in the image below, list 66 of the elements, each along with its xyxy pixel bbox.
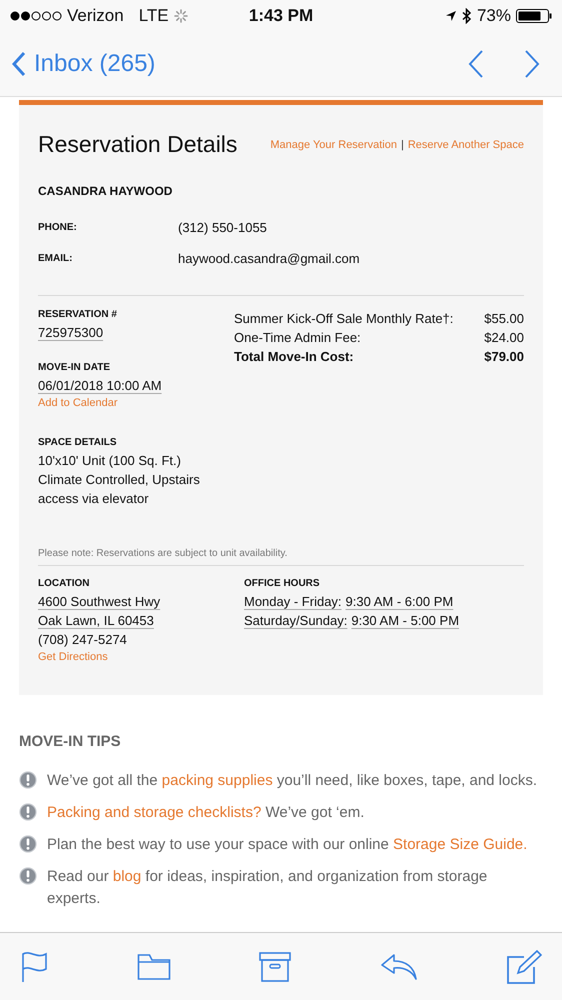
exclamation-icon [19,771,37,789]
field-label: SPACE DETAILS [38,437,118,448]
tip-text: Packing and storage checklists? We’ve got ‘em. [47,803,364,823]
tip-link[interactable]: Packing and storage checklists? [47,804,262,821]
contact-value: haywood.casandra@gmail.com [178,250,360,268]
next-message-icon[interactable] [524,50,540,78]
field-label: LOCATION [38,578,90,589]
tips-heading: MOVE-IN TIPS [19,733,122,750]
reservation-title: Reservation Details [38,131,238,158]
exclamation-icon [19,803,37,821]
folder-icon[interactable] [136,952,170,980]
link-separator: | [400,138,404,150]
field-label: MOVE-IN DATE [38,362,112,373]
contact-value: (312) 550-1055 [178,219,267,237]
cost-label: Total Move-In Cost: [234,348,354,366]
location-phone: (708) 247-5274 [38,631,128,649]
battery-percent: 73% [476,6,511,26]
customer-name: CASANDRA HAYWOOD [38,184,174,198]
activity-spinner-icon [174,9,188,23]
bluetooth-icon [462,8,472,24]
exclamation-icon [19,867,37,885]
space-detail-line: Climate Controlled, Upstairs [38,471,201,489]
get-directions-link[interactable]: Get Directions [38,651,244,663]
address-line: 4600 Southwest Hwy [38,593,162,611]
hours-days: Saturday/Sunday: [244,611,348,630]
tip-link[interactable]: blog [112,868,142,885]
location-arrow-icon [444,10,457,22]
reply-icon[interactable] [380,952,418,980]
signal-icon [10,11,62,21]
space-detail-line: access via elevator [38,490,150,508]
cost-amount: $24.00 [484,329,524,347]
battery-icon [516,9,552,23]
network-type: LTE [138,6,169,26]
hours-days: Monday - Friday: [244,592,342,611]
tip-text: Read our blog for ideas, inspiration, and organization from storage experts. [47,867,488,909]
back-button[interactable]: Inbox (265) [12,50,156,78]
cost-label: One-Time Admin Fee: [234,329,361,347]
archive-box-icon[interactable] [259,952,291,982]
field-label: RESERVATION # [38,309,118,320]
carrier-name: Verizon [67,6,124,26]
add-to-calendar-link[interactable]: Add to Calendar [38,397,234,409]
tip-text: We’ve got all the packing supplies you’ll need, like boxes, tape, and locks. [47,771,538,791]
hours-time: 9:30 AM - 5:00 PM [351,612,460,630]
clock-time: 1:43 PM [248,6,314,26]
tip-link[interactable]: Storage Size Guide. [393,836,528,853]
move-in-date: 06/01/2018 10:00 AM [38,377,163,395]
reservation-number: 725975300 [38,324,104,342]
chevron-left-icon[interactable] [12,51,26,77]
contact-label: PHONE: [38,222,78,233]
cost-amount: $55.00 [484,310,524,328]
compose-icon[interactable] [506,948,542,984]
field-label: OFFICE HOURS [244,578,321,589]
flag-icon[interactable] [20,950,48,982]
address-line: Oak Lawn, IL 60453 [38,612,155,630]
cost-label: Summer Kick-Off Sale Monthly Rate†: [234,310,454,328]
hours-time: 9:30 AM - 6:00 PM [346,593,454,611]
tip-link[interactable]: packing supplies [162,772,273,789]
cost-amount: $79.00 [484,348,524,366]
availability-note: Please note: Reservations are subject to unit availability. [38,548,288,559]
manage-reservation-link[interactable]: Manage Your Reservation [270,138,397,150]
tip-text: Plan the best way to use your space with our online Storage Size Guide. [47,835,528,855]
exclamation-icon [19,835,37,853]
reserve-space-link[interactable]: Reserve Another Space [408,138,524,150]
contact-label: EMAIL: [38,253,74,264]
previous-message-icon[interactable] [468,50,484,78]
space-detail-line: 10'x10' Unit (100 Sq. Ft.) [38,452,182,470]
